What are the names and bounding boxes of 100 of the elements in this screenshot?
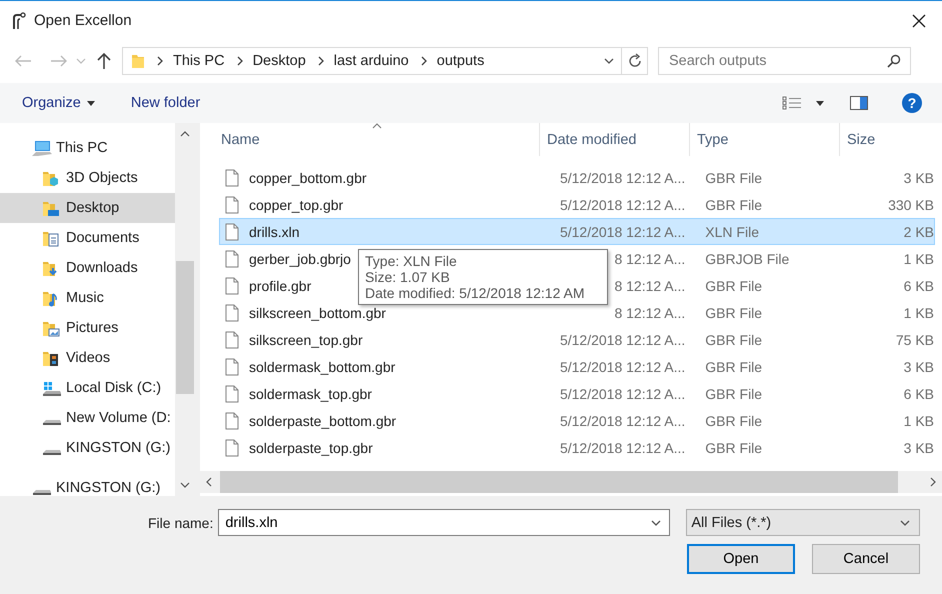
drive-icon bbox=[32, 490, 52, 494]
refresh-button[interactable] bbox=[622, 46, 648, 74]
folder-icon bbox=[131, 52, 145, 68]
file-name[interactable]: profile.gbr bbox=[249, 278, 312, 294]
breadcrumb-item[interactable]: Desktop bbox=[252, 52, 306, 68]
preview-pane-icon[interactable] bbox=[850, 96, 868, 110]
file-size: 1 KB bbox=[902, 412, 934, 428]
picture-folder-icon bbox=[42, 320, 62, 336]
view-options-icon[interactable] bbox=[782, 96, 802, 110]
file-icon bbox=[225, 330, 239, 348]
file-icon bbox=[225, 358, 239, 376]
caret-icon bbox=[86, 100, 95, 106]
sort-caret-icon bbox=[372, 123, 382, 129]
file-name[interactable]: silkscreen_bottom.gbr bbox=[249, 304, 386, 320]
address-bar[interactable]: This PC Desktop last arduino outputs bbox=[122, 46, 622, 74]
nav-item[interactable]: Downloads bbox=[0, 253, 175, 283]
file-name[interactable]: gerber_job.gbrjo bbox=[249, 250, 351, 266]
scroll-down-icon[interactable] bbox=[180, 482, 190, 488]
scroll-up-icon[interactable] bbox=[180, 131, 190, 137]
file-name[interactable]: solderpaste_top.gbr bbox=[249, 440, 373, 456]
breadcrumb-item[interactable]: last arduino bbox=[334, 52, 409, 68]
nav-item[interactable]: Pictures bbox=[0, 313, 175, 343]
file-icon bbox=[225, 438, 239, 456]
field-label: File name: bbox=[148, 514, 214, 530]
tooltip-text: Type: XLN File bbox=[365, 253, 458, 269]
help-button[interactable]: ? bbox=[902, 93, 922, 113]
nav-item[interactable]: Music bbox=[0, 283, 175, 313]
breadcrumb-item[interactable]: outputs bbox=[436, 52, 484, 68]
file-icon bbox=[225, 304, 239, 322]
breadcrumb-item[interactable]: This PC bbox=[173, 52, 225, 68]
file-type: GBR File bbox=[704, 170, 764, 186]
date-modified: 5/12/2018 12:12 A... bbox=[560, 224, 686, 240]
nav-item[interactable]: 3D Objects bbox=[0, 163, 175, 193]
file-name[interactable]: solderpaste_bottom.gbr bbox=[249, 412, 396, 428]
app-icon bbox=[10, 12, 26, 30]
date-modified: 5/12/2018 12:12 A... bbox=[560, 440, 686, 456]
file-size: 6 KB bbox=[902, 386, 934, 402]
file-name[interactable]: drills.xln bbox=[249, 224, 300, 240]
file-type-dropdown[interactable]: All Files (*.*) bbox=[686, 509, 920, 536]
column-header[interactable]: Type bbox=[690, 123, 840, 156]
file-name[interactable]: copper_bottom.gbr bbox=[249, 170, 367, 186]
file-name[interactable]: soldermask_top.gbr bbox=[249, 386, 372, 402]
chevron-right-icon bbox=[418, 54, 429, 66]
column-header[interactable]: Name bbox=[220, 123, 540, 156]
file-icon bbox=[225, 222, 239, 240]
file-type: GBRJOB File bbox=[704, 250, 790, 266]
nav-item[interactable]: Local Disk (C:) bbox=[0, 373, 175, 403]
system-drive-icon bbox=[42, 380, 62, 396]
new-folder-button[interactable]: New folder bbox=[120, 91, 210, 115]
file-size: 3 KB bbox=[902, 358, 934, 374]
nav-item[interactable]: Videos bbox=[0, 343, 175, 373]
file-icon bbox=[225, 412, 239, 430]
file-size: 3 KB bbox=[902, 440, 934, 456]
tooltip-text: Date modified: 5/12/2018 12:12 AM bbox=[365, 285, 586, 301]
dialog-button[interactable]: Open bbox=[687, 544, 795, 574]
file-type: GBR File bbox=[704, 304, 764, 320]
up-icon[interactable] bbox=[96, 52, 112, 70]
date-modified: 8 12:12 A... bbox=[614, 250, 686, 266]
computer-icon bbox=[32, 140, 52, 156]
search-field[interactable]: Search outputs bbox=[658, 46, 911, 74]
date-modified: 5/12/2018 12:12 A... bbox=[560, 412, 686, 428]
nav-item[interactable]: Documents bbox=[0, 223, 175, 253]
file-name[interactable]: silkscreen_top.gbr bbox=[249, 332, 363, 348]
date-modified: 5/12/2018 12:12 A... bbox=[560, 170, 686, 186]
search-icon bbox=[887, 54, 901, 68]
file-type: GBR File bbox=[704, 440, 764, 456]
tooltip-text: Size: 1.07 KB bbox=[365, 269, 451, 285]
file-type: XLN File bbox=[704, 224, 760, 240]
file-size: 1 KB bbox=[902, 250, 934, 266]
nav-item[interactable]: Desktop bbox=[0, 193, 175, 223]
dialog-button[interactable]: Cancel bbox=[812, 544, 920, 574]
file-type: GBR File bbox=[704, 196, 764, 212]
nav-item[interactable]: KINGSTON (G:) bbox=[0, 473, 175, 496]
file-type: GBR File bbox=[704, 278, 764, 294]
chevron-right-icon bbox=[234, 54, 245, 66]
nav-item[interactable]: New Volume (D: bbox=[0, 403, 175, 433]
close-icon bbox=[912, 14, 926, 28]
file-icon bbox=[225, 276, 239, 294]
file-name[interactable]: soldermask_bottom.gbr bbox=[249, 358, 396, 374]
column-header[interactable]: Date modified bbox=[540, 123, 690, 156]
chevron-right-icon bbox=[316, 54, 326, 66]
nav-item[interactable]: This PC bbox=[0, 133, 175, 163]
scroll-left-icon[interactable] bbox=[206, 477, 212, 487]
window-title: Open Excellon bbox=[34, 12, 132, 29]
file-name[interactable]: copper_top.gbr bbox=[249, 196, 344, 212]
file-name-field[interactable]: drills.xln bbox=[218, 509, 670, 536]
drive-icon bbox=[42, 450, 62, 454]
column-header[interactable]: Size bbox=[840, 123, 930, 156]
caret-icon[interactable] bbox=[816, 100, 824, 106]
selected-row[interactable]: drills.xln 5/12/2018 12:12 A... XLN File 2 KB bbox=[219, 218, 935, 245]
file-size: 3 KB bbox=[902, 170, 934, 186]
organize-button[interactable]: Organize bbox=[12, 91, 105, 115]
file-type: GBR File bbox=[704, 412, 764, 428]
refresh-icon bbox=[626, 52, 642, 68]
date-modified: 5/12/2018 12:12 A... bbox=[560, 358, 686, 374]
scrollbar-thumb[interactable] bbox=[176, 261, 194, 394]
nav-item[interactable]: KINGSTON (G:) bbox=[0, 433, 175, 463]
scroll-right-icon[interactable] bbox=[930, 477, 936, 487]
date-modified: 5/12/2018 12:12 A... bbox=[560, 386, 686, 402]
chevron-right-icon bbox=[155, 54, 165, 66]
